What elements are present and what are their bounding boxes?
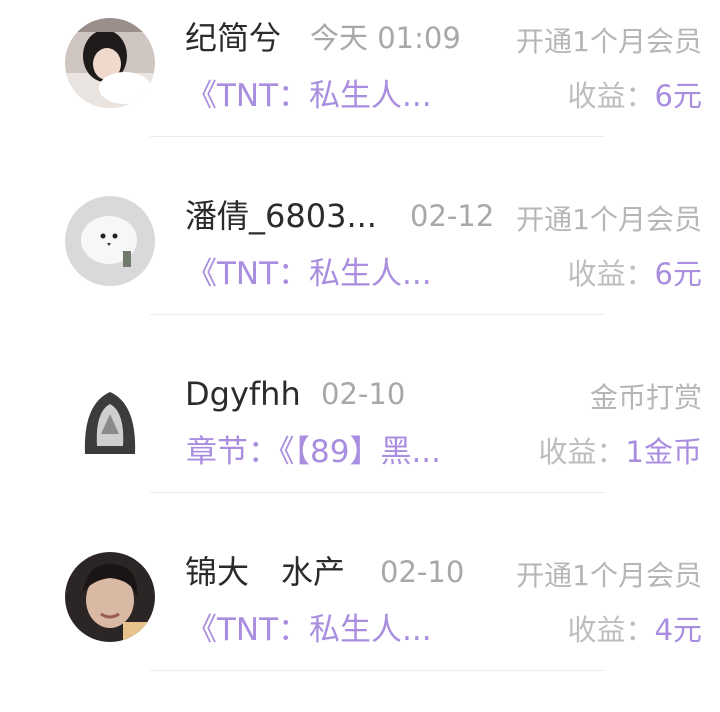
record-action: 开通1个月会员: [516, 25, 702, 58]
user-name: 纪简兮: [185, 19, 282, 57]
user-name: 锦大 水产: [185, 553, 346, 591]
list-item[interactable]: 潘倩_6803... 02-12 开通1个月会员 《TNT：私生人... 收益：…: [0, 178, 720, 356]
income-value: 1金币: [625, 435, 702, 469]
income: 收益：4元: [568, 610, 702, 650]
record-action: 开通1个月会员: [516, 203, 702, 236]
avatar-photo-icon: [65, 196, 155, 286]
income-value: 6元: [654, 257, 702, 291]
avatar[interactable]: [65, 552, 155, 642]
divider: [150, 314, 605, 315]
avatar[interactable]: [65, 374, 155, 464]
book-title-link[interactable]: 《TNT：私生人...: [186, 76, 432, 116]
avatar[interactable]: [65, 196, 155, 286]
avatar-photo-icon: [65, 18, 155, 108]
divider: [150, 492, 605, 493]
divider: [150, 136, 605, 137]
divider: [150, 670, 605, 671]
list-item[interactable]: 锦大 水产 02-10 开通1个月会员 《TNT：私生人... 收益：4元: [0, 534, 720, 712]
list-item[interactable]: 纪简兮 今天 01:09 开通1个月会员 《TNT：私生人... 收益：6元: [0, 0, 720, 178]
record-time: 02-10: [380, 555, 465, 589]
income-value: 6元: [654, 79, 702, 113]
record-action: 金币打赏: [589, 381, 702, 414]
book-title-link[interactable]: 《TNT：私生人...: [186, 610, 432, 650]
user-name: 潘倩_6803...: [185, 197, 377, 235]
record-time: 02-12: [410, 199, 495, 233]
income-label: 收益：: [567, 613, 655, 647]
user-name: Dgyfhh: [185, 375, 301, 413]
record-action: 开通1个月会员: [516, 559, 702, 592]
avatar-photo-icon: [65, 374, 155, 464]
income-label: 收益：: [567, 257, 655, 291]
book-title-link[interactable]: 《TNT：私生人...: [186, 254, 432, 294]
chapter-title-link[interactable]: 章节：《【89】黑...: [186, 432, 441, 472]
income-label: 收益：: [538, 435, 626, 469]
income-label: 收益：: [567, 79, 655, 113]
record-time: 今天 01:09: [310, 21, 461, 55]
income: 收益：1金币: [539, 432, 702, 472]
list-item[interactable]: Dgyfhh 02-10 金币打赏 章节：《【89】黑... 收益：1金币: [0, 356, 720, 534]
income-value: 4元: [654, 613, 702, 647]
income: 收益：6元: [568, 254, 702, 294]
avatar-photo-icon: [65, 552, 155, 642]
income: 收益：6元: [568, 76, 702, 116]
avatar[interactable]: [65, 18, 155, 108]
reward-record-list: 纪简兮 今天 01:09 开通1个月会员 《TNT：私生人... 收益：6元 潘…: [0, 0, 720, 682]
record-time: 02-10: [321, 377, 406, 411]
